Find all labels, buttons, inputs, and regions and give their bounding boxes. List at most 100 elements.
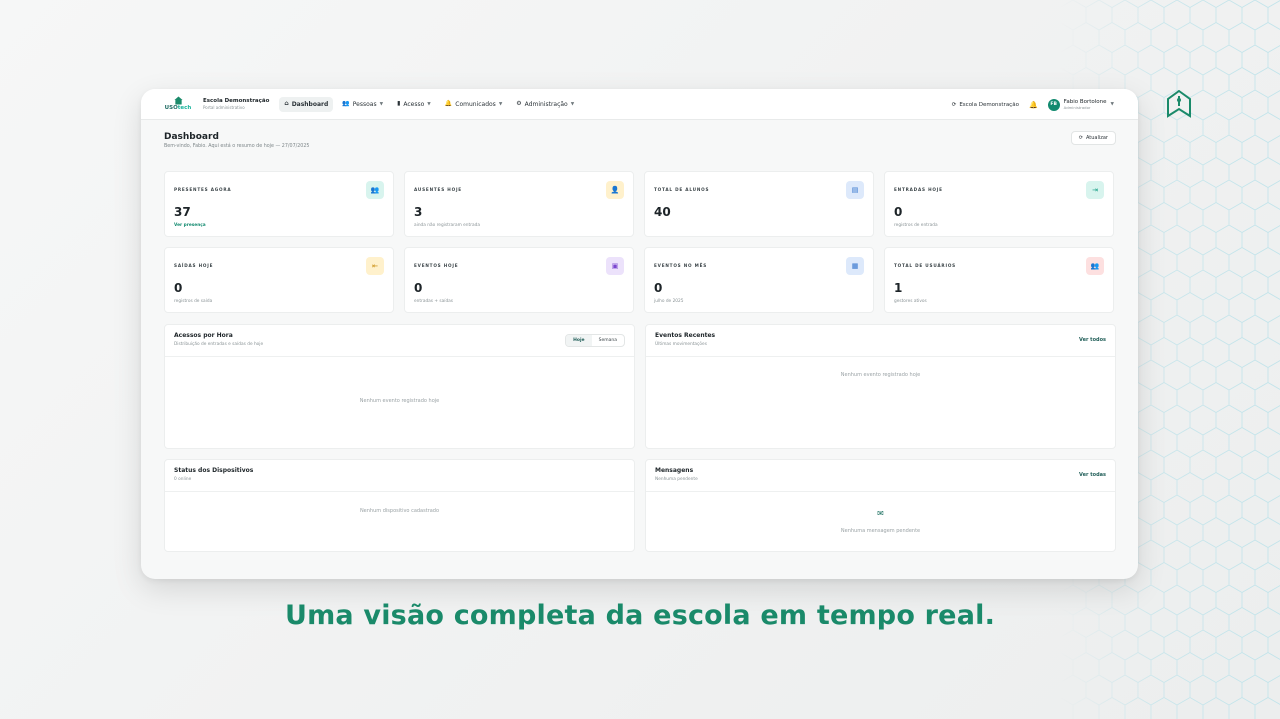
present-now-icon: 👥 <box>366 181 384 199</box>
nav-item-label: Comunicados <box>455 100 496 108</box>
panel-header: Mensagens Nenhuma pendente Ver todas <box>646 460 1115 492</box>
topbar-right: ⟳ Escola Demonstração 🔔 FB Fabio Bortolo… <box>952 89 1114 120</box>
stat-note: julho de 2025 <box>654 299 684 304</box>
avatar: FB <box>1047 98 1060 111</box>
page-subtitle: Bem-vindo, Fabio. Aqui está o resumo de … <box>164 144 310 149</box>
gear-icon: ⚙ <box>516 100 522 107</box>
stat-value: 0 <box>414 281 423 295</box>
total-users-icon: 👥 <box>1086 257 1104 275</box>
total-students-icon: ▤ <box>846 181 864 199</box>
stat-label: EVENTOS NO MÊS <box>654 263 708 268</box>
panel-subtitle: 0 online <box>174 477 192 482</box>
refresh-icon: ⟳ <box>1078 135 1083 141</box>
events-month-icon: ▦ <box>846 257 864 275</box>
main-nav: ⌂ Dashboard 👥 Pessoas ▼ ▮ Acesso ▼ 🔔 Com… <box>279 96 579 112</box>
chevron-down-icon: ▼ <box>427 101 431 107</box>
chevron-down-icon: ▼ <box>1110 102 1114 107</box>
stat-value: 0 <box>894 205 903 219</box>
stat-card-total-students: TOTAL DE ALUNOS 40 ▤ <box>644 171 874 237</box>
stat-label: TOTAL DE ALUNOS <box>654 187 710 192</box>
top-navigation-bar: USOtech Escola Demonstração Portal admin… <box>141 89 1138 120</box>
stat-value: 0 <box>174 281 183 295</box>
panel-title: Acessos por Hora <box>174 332 233 339</box>
stat-value: 37 <box>174 205 191 219</box>
bell-icon: 🔔 <box>444 100 453 107</box>
period-toggle: Hoje Semana <box>565 334 625 347</box>
school-subtitle: Portal administrativo <box>203 105 245 110</box>
stat-label: AUSENTES HOJE <box>414 187 462 192</box>
school-switcher[interactable]: ⟳ Escola Demonstração <box>952 102 1019 108</box>
user-role: Administrador <box>1063 105 1091 110</box>
panel-title: Status dos Dispositivos <box>174 467 254 474</box>
refresh-icon: ⟳ <box>951 101 957 108</box>
people-icon: 👥 <box>342 100 350 107</box>
stat-card-absent-today: AUSENTES HOJE 3 ainda não registraram entr… <box>404 171 634 237</box>
brand-mark-icon <box>1167 90 1191 118</box>
panel-subtitle: Últimas movimentações <box>655 342 707 347</box>
view-presence-link[interactable]: Ver presença <box>174 223 206 228</box>
stat-card-present-now: PRESENTES AGORA 37 Ver presença 👥 <box>164 171 394 237</box>
stat-card-entries-today: ENTRADAS HOJE 0 registros de entrada ⇥ <box>884 171 1114 237</box>
nav-item-acesso[interactable]: ▮ Acesso ▼ <box>392 97 436 112</box>
panel-header: Eventos Recentes Últimas movimentações V… <box>646 325 1115 357</box>
nav-item-pessoas[interactable]: 👥 Pessoas ▼ <box>337 97 388 112</box>
panel-title: Eventos Recentes <box>655 332 716 339</box>
mail-icon: ✉ <box>877 509 884 518</box>
stat-label: EVENTOS HOJE <box>414 263 459 268</box>
refresh-button[interactable]: ⟳ Atualizar <box>1070 131 1116 145</box>
panel-access-by-hour: Acessos por Hora Distribuição de entrada… <box>164 324 635 449</box>
panel-title: Mensagens <box>655 467 694 474</box>
nav-item-label: Dashboard <box>291 100 329 108</box>
nav-item-label: Acesso <box>403 100 425 108</box>
nav-item-label: Administração <box>524 100 568 108</box>
logo-text: USOtech <box>164 105 192 112</box>
stat-note: registros de entrada <box>894 223 938 228</box>
stat-value: 1 <box>894 281 903 295</box>
stat-card-exits-today: SAÍDAS HOJE 0 registros de saída ⇤ <box>164 247 394 313</box>
panel-recent-events: Eventos Recentes Últimas movimentações V… <box>645 324 1116 449</box>
events-today-icon: ▣ <box>606 257 624 275</box>
stat-label: PRESENTES AGORA <box>174 187 232 192</box>
stat-value: 0 <box>654 281 663 295</box>
stat-label: SAÍDAS HOJE <box>174 263 214 268</box>
refresh-button-label: Atualizar <box>1085 135 1108 141</box>
page-header: Dashboard Bem-vindo, Fabio. Aqui está o … <box>164 132 309 149</box>
stat-note: gestores ativos <box>894 299 927 304</box>
school-name: Escola Demonstração <box>203 98 270 104</box>
toggle-today[interactable]: Hoje <box>566 335 592 346</box>
chevron-down-icon: ▼ <box>570 101 575 107</box>
panel-subtitle: Distribuição de entradas e saídas de hoj… <box>174 342 264 347</box>
entries-today-icon: ⇥ <box>1086 181 1104 199</box>
empty-state: Nenhum evento registrado hoje <box>840 372 921 378</box>
panel-subtitle: Nenhuma pendente <box>655 477 698 482</box>
notifications-bell-icon[interactable]: 🔔 <box>1029 101 1038 109</box>
nav-item-administracao[interactable]: ⚙ Administração ▼ <box>511 97 579 112</box>
panel-device-status: Status dos Dispositivos 0 online Nenhum … <box>164 459 635 552</box>
nav-item-label: Pessoas <box>352 100 377 108</box>
home-icon: ⌂ <box>284 100 289 107</box>
empty-state: Nenhuma mensagem pendente <box>840 528 921 534</box>
stat-card-events-today: EVENTOS HOJE 0 entradas + saídas ▣ <box>404 247 634 313</box>
tagline: Uma visão completa da escola em tempo re… <box>284 600 996 631</box>
school-switcher-label: Escola Demonstração <box>959 101 1019 108</box>
page-title: Dashboard <box>164 132 219 142</box>
user-info: Fabio Bortolone Administrador <box>1064 99 1107 110</box>
view-all-messages-link[interactable]: Ver todas <box>1079 472 1106 478</box>
user-menu[interactable]: FB Fabio Bortolone Administrador ▼ <box>1047 98 1114 111</box>
stat-card-events-month: EVENTOS NO MÊS 0 julho de 2025 ▦ <box>644 247 874 313</box>
nav-item-comunicados[interactable]: 🔔 Comunicados ▼ <box>440 97 508 112</box>
empty-state: Nenhum dispositivo cadastrado <box>359 508 440 514</box>
view-all-events-link[interactable]: Ver todos <box>1079 337 1106 343</box>
stat-note: registros de saída <box>174 299 213 304</box>
panel-messages: Mensagens Nenhuma pendente Ver todas ✉ N… <box>645 459 1116 552</box>
stat-label: ENTRADAS HOJE <box>894 187 943 192</box>
panel-header: Status dos Dispositivos 0 online <box>165 460 634 492</box>
absent-today-icon: 👤 <box>606 181 624 199</box>
nav-item-dashboard[interactable]: ⌂ Dashboard <box>279 96 334 112</box>
toggle-week[interactable]: Semana <box>592 335 624 346</box>
stat-label: TOTAL DE USUÁRIOS <box>894 263 956 268</box>
logo-house-icon <box>173 96 183 105</box>
stat-value: 40 <box>654 205 671 219</box>
app-logo[interactable]: USOtech <box>163 96 193 112</box>
app-window: USOtech Escola Demonstração Portal admin… <box>141 89 1138 579</box>
